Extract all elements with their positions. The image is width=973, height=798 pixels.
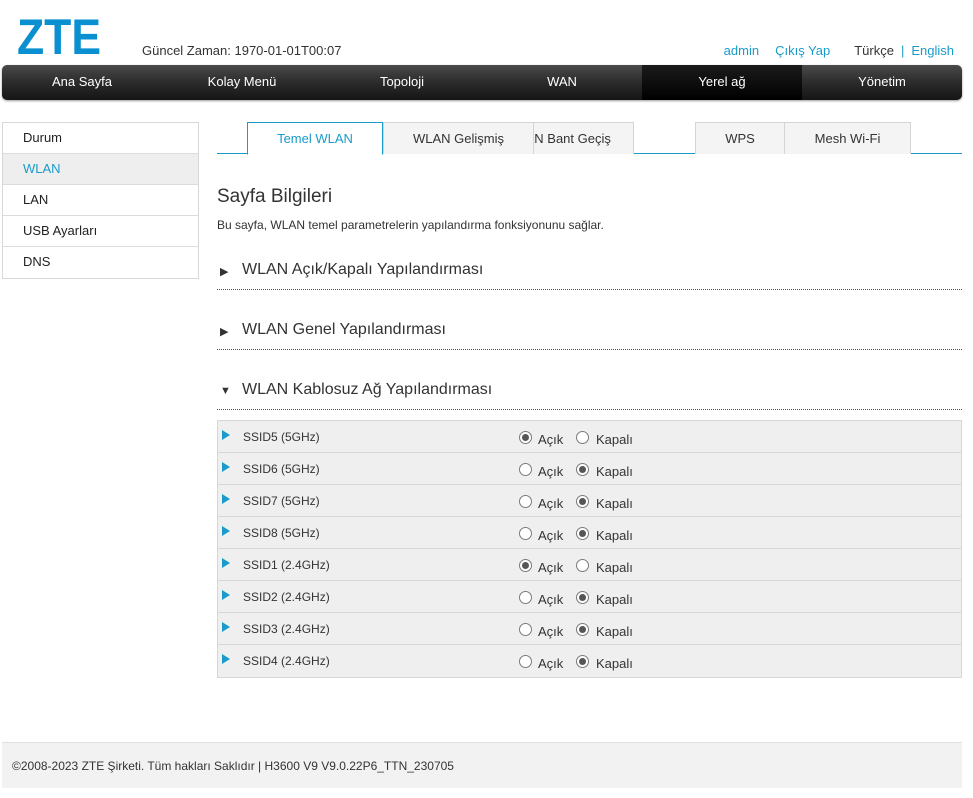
tab-mesh-wifi[interactable]: Mesh Wi-Fi	[784, 122, 911, 154]
sidebar: Durum WLAN LAN USB Ayarları DNS	[2, 122, 199, 279]
sidebar-item-usb-settings[interactable]: USB Ayarları	[3, 216, 198, 247]
sidebar-item-lan[interactable]: LAN	[3, 185, 198, 216]
ssid-row: SSID2 (2.4GHz) Açık Kapalı	[218, 581, 961, 613]
ssid-off-label: Kapalı	[596, 592, 633, 607]
sidebar-item-wlan[interactable]: WLAN	[3, 154, 198, 185]
tab-wps[interactable]: WPS	[695, 122, 785, 154]
sidebar-item-status[interactable]: Durum	[3, 123, 198, 154]
ssid-off-radio[interactable]	[576, 527, 589, 540]
footer-copyright: ©2008-2023 ZTE Şirketi. Tüm hakları Sakl…	[12, 759, 454, 773]
footer: ©2008-2023 ZTE Şirketi. Tüm hakları Sakl…	[2, 742, 962, 788]
collapse-triangle-icon: ▼	[220, 385, 231, 397]
ssid-name: SSID4 (2.4GHz)	[243, 654, 330, 668]
ssid-on-radio[interactable]	[519, 431, 532, 444]
ssid-off-label: Kapalı	[596, 528, 633, 543]
ssid-on-radio[interactable]	[519, 527, 532, 540]
language-separator: |	[900, 43, 905, 58]
ssid-name: SSID3 (2.4GHz)	[243, 622, 330, 636]
ssid-on-radio[interactable]	[519, 559, 532, 572]
page-description: Bu sayfa, WLAN temel parametrelerin yapı…	[217, 218, 604, 232]
ssid-on-label: Açık	[538, 592, 564, 607]
ssid-row: SSID7 (5GHz) Açık Kapalı	[218, 485, 961, 517]
ssid-on-label: Açık	[538, 528, 564, 543]
nav-wan[interactable]: WAN	[482, 65, 642, 100]
section-label: WLAN Açık/Kapalı Yapılandırması	[242, 261, 484, 278]
ssid-off-label: Kapalı	[596, 560, 633, 575]
expand-arrow-icon[interactable]	[222, 462, 230, 472]
ssid-on-label: Açık	[538, 560, 564, 575]
nav-home[interactable]: Ana Sayfa	[2, 65, 162, 100]
main-nav: Ana Sayfa Kolay Menü Topoloji WAN Yerel …	[2, 65, 962, 100]
ssid-on-radio[interactable]	[519, 495, 532, 508]
ssid-off-label: Kapalı	[596, 624, 633, 639]
expand-arrow-icon[interactable]	[222, 430, 230, 440]
expand-arrow-icon[interactable]	[222, 590, 230, 600]
expand-arrow-icon[interactable]	[222, 558, 230, 568]
ssid-name: SSID1 (2.4GHz)	[243, 558, 330, 572]
expand-arrow-icon[interactable]	[222, 622, 230, 632]
section-wlan-general[interactable]: ▶ WLAN Genel Yapılandırması	[217, 320, 962, 350]
ssid-off-label: Kapalı	[596, 656, 633, 671]
ssid-off-label: Kapalı	[596, 432, 633, 447]
ssid-off-label: Kapalı	[596, 496, 633, 511]
top-links: admin Çıkış Yap Türkçe | English	[724, 43, 954, 58]
zte-logo: ZTE	[17, 14, 101, 58]
language-current: Türkçe	[854, 43, 894, 58]
nav-management[interactable]: Yönetim	[802, 65, 962, 100]
section-wlan-on-off[interactable]: ▶ WLAN Açık/Kapalı Yapılandırması	[217, 260, 962, 290]
expand-arrow-icon[interactable]	[222, 494, 230, 504]
ssid-row: SSID4 (2.4GHz) Açık Kapalı	[218, 645, 961, 677]
ssid-off-radio[interactable]	[576, 655, 589, 668]
user-link[interactable]: admin	[724, 43, 759, 58]
tab-wlan-advanced[interactable]: WLAN Gelişmiş	[383, 122, 534, 154]
expand-arrow-icon[interactable]	[222, 654, 230, 664]
ssid-on-radio[interactable]	[519, 591, 532, 604]
tab-basic-wlan[interactable]: Temel WLAN	[247, 122, 383, 155]
ssid-table: SSID5 (5GHz) Açık Kapalı SSID6 (5GHz) Açık Ka…	[217, 420, 962, 678]
nav-local-network[interactable]: Yerel ağ	[642, 65, 802, 100]
nav-topology[interactable]: Topoloji	[322, 65, 482, 100]
tab-bar: WLAN Bant Geçiş WLAN Gelişmiş WPS Mesh W…	[217, 122, 962, 155]
expand-triangle-icon: ▶	[220, 266, 229, 278]
ssid-off-radio[interactable]	[576, 463, 589, 476]
page-title: Sayfa Bilgileri	[217, 186, 333, 207]
ssid-on-radio[interactable]	[519, 623, 532, 636]
ssid-off-radio[interactable]	[576, 559, 589, 572]
ssid-on-label: Açık	[538, 656, 564, 671]
section-label: WLAN Kablosuz Ağ Yapılandırması	[242, 381, 493, 398]
ssid-name: SSID2 (2.4GHz)	[243, 590, 330, 604]
ssid-row: SSID5 (5GHz) Açık Kapalı	[218, 421, 961, 453]
ssid-on-radio[interactable]	[519, 463, 532, 476]
ssid-row: SSID1 (2.4GHz) Açık Kapalı	[218, 549, 961, 581]
ssid-on-radio[interactable]	[519, 655, 532, 668]
sidebar-item-dns[interactable]: DNS	[3, 247, 198, 278]
svg-text:ZTE: ZTE	[17, 14, 101, 58]
expand-arrow-icon[interactable]	[222, 526, 230, 536]
section-label: WLAN Genel Yapılandırması	[242, 321, 446, 338]
ssid-off-radio[interactable]	[576, 495, 589, 508]
ssid-on-label: Açık	[538, 432, 564, 447]
ssid-row: SSID6 (5GHz) Açık Kapalı	[218, 453, 961, 485]
ssid-off-radio[interactable]	[576, 431, 589, 444]
ssid-off-radio[interactable]	[576, 623, 589, 636]
ssid-row: SSID3 (2.4GHz) Açık Kapalı	[218, 613, 961, 645]
ssid-name: SSID5 (5GHz)	[243, 430, 320, 444]
expand-triangle-icon: ▶	[220, 326, 229, 338]
nav-quick-menu[interactable]: Kolay Menü	[162, 65, 322, 100]
section-wlan-wireless[interactable]: ▼ WLAN Kablosuz Ağ Yapılandırması	[217, 380, 962, 410]
ssid-row: SSID8 (5GHz) Açık Kapalı	[218, 517, 961, 549]
logout-link[interactable]: Çıkış Yap	[775, 43, 830, 58]
ssid-on-label: Açık	[538, 496, 564, 511]
ssid-name: SSID8 (5GHz)	[243, 526, 320, 540]
current-time: Güncel Zaman: 1970-01-01T00:07	[142, 43, 342, 58]
ssid-off-label: Kapalı	[596, 464, 633, 479]
ssid-name: SSID7 (5GHz)	[243, 494, 320, 508]
ssid-on-label: Açık	[538, 624, 564, 639]
ssid-name: SSID6 (5GHz)	[243, 462, 320, 476]
ssid-off-radio[interactable]	[576, 591, 589, 604]
ssid-on-label: Açık	[538, 464, 564, 479]
language-english-link[interactable]: English	[911, 43, 954, 58]
